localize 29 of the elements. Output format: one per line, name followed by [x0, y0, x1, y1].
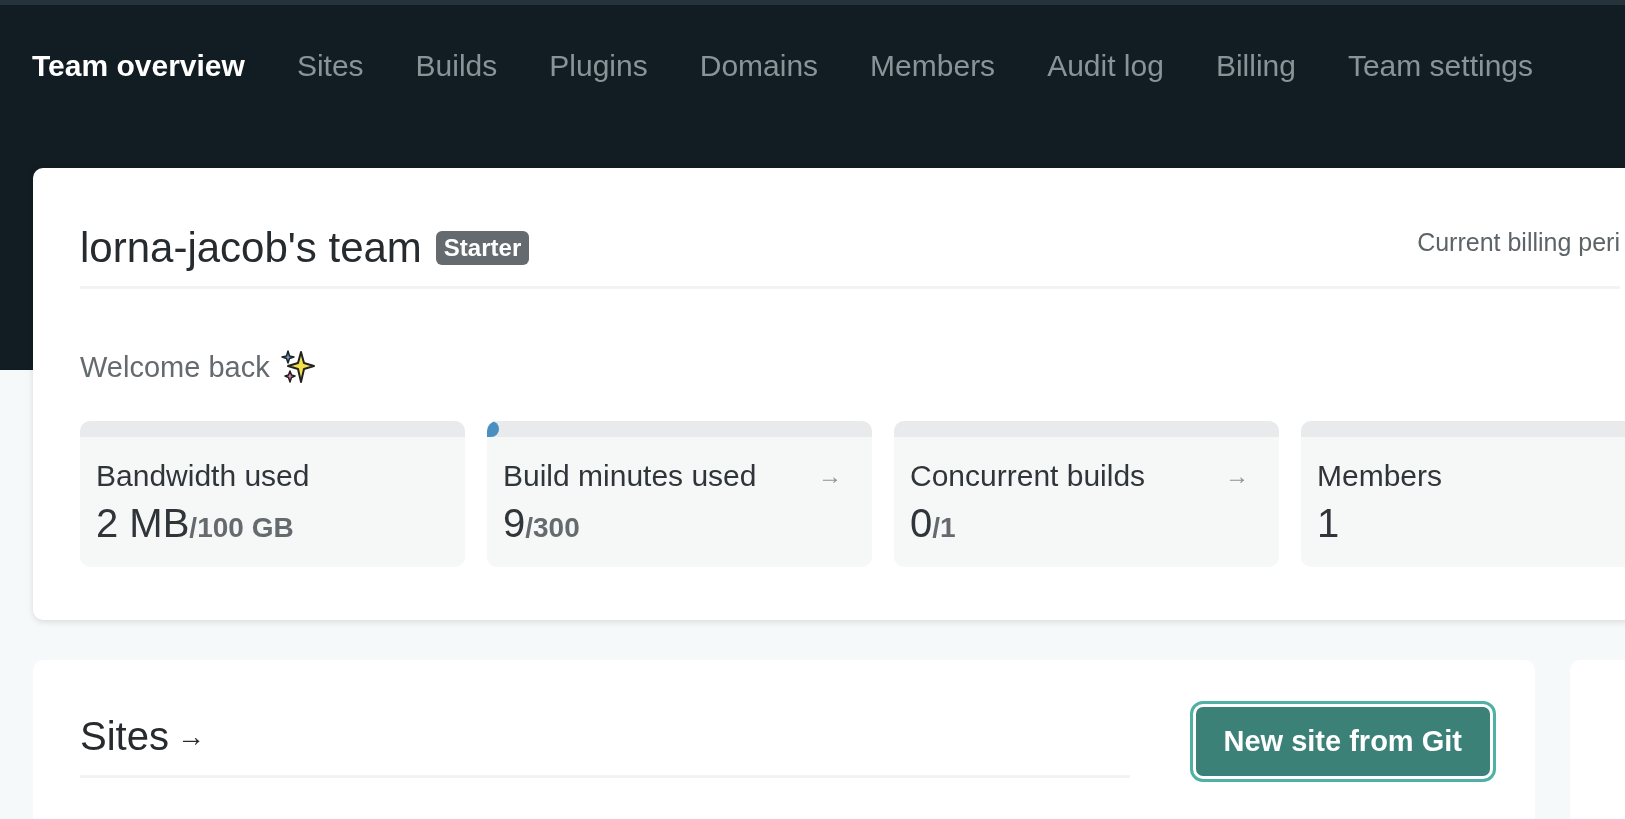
nav-tab[interactable]: Sites — [296, 49, 364, 83]
stat-value: 1 — [1317, 501, 1341, 546]
stat-label: Members — [1317, 459, 1443, 493]
nav-tab[interactable]: Plugins — [549, 49, 648, 83]
nav-tab[interactable]: Team overview — [32, 49, 245, 83]
arrow-icon[interactable]: → — [818, 462, 856, 490]
nav-tab[interactable]: Domains — [699, 49, 819, 83]
nav-tab[interactable]: Billing — [1215, 49, 1296, 83]
arrow-icon[interactable]: → — [176, 720, 205, 753]
stat-value: 2 MB/100 GB — [96, 501, 295, 546]
billing-period-label: Current billing peri — [1417, 228, 1620, 257]
arrow-icon[interactable]: → — [1225, 462, 1263, 490]
nav-tab[interactable]: Builds — [415, 49, 498, 83]
stat-card[interactable]: Concurrent builds → 0/1 — [894, 421, 1279, 567]
stat-label: Build minutes used — [503, 459, 757, 493]
sites-heading[interactable]: Sites — [80, 714, 169, 759]
nav-tab[interactable]: Team settings — [1347, 49, 1533, 83]
sparkles-icon — [279, 349, 316, 385]
welcome-text: Welcome back — [80, 350, 270, 384]
stat-card[interactable]: Build minutes used → 9/300 — [487, 421, 872, 567]
stat-label: Bandwidth used — [96, 459, 310, 493]
nav-tab[interactable]: Audit log — [1047, 49, 1164, 83]
team-name: lorna-jacob's team — [80, 224, 422, 272]
stat-label: Concurrent builds — [910, 459, 1146, 493]
plan-badge: Starter — [435, 231, 530, 265]
stat-value: 0/1 — [910, 501, 957, 546]
nav-tab[interactable]: Members — [870, 49, 996, 83]
new-site-button[interactable]: New site from Git — [1192, 704, 1493, 779]
stat-value: 9/300 — [503, 501, 581, 546]
